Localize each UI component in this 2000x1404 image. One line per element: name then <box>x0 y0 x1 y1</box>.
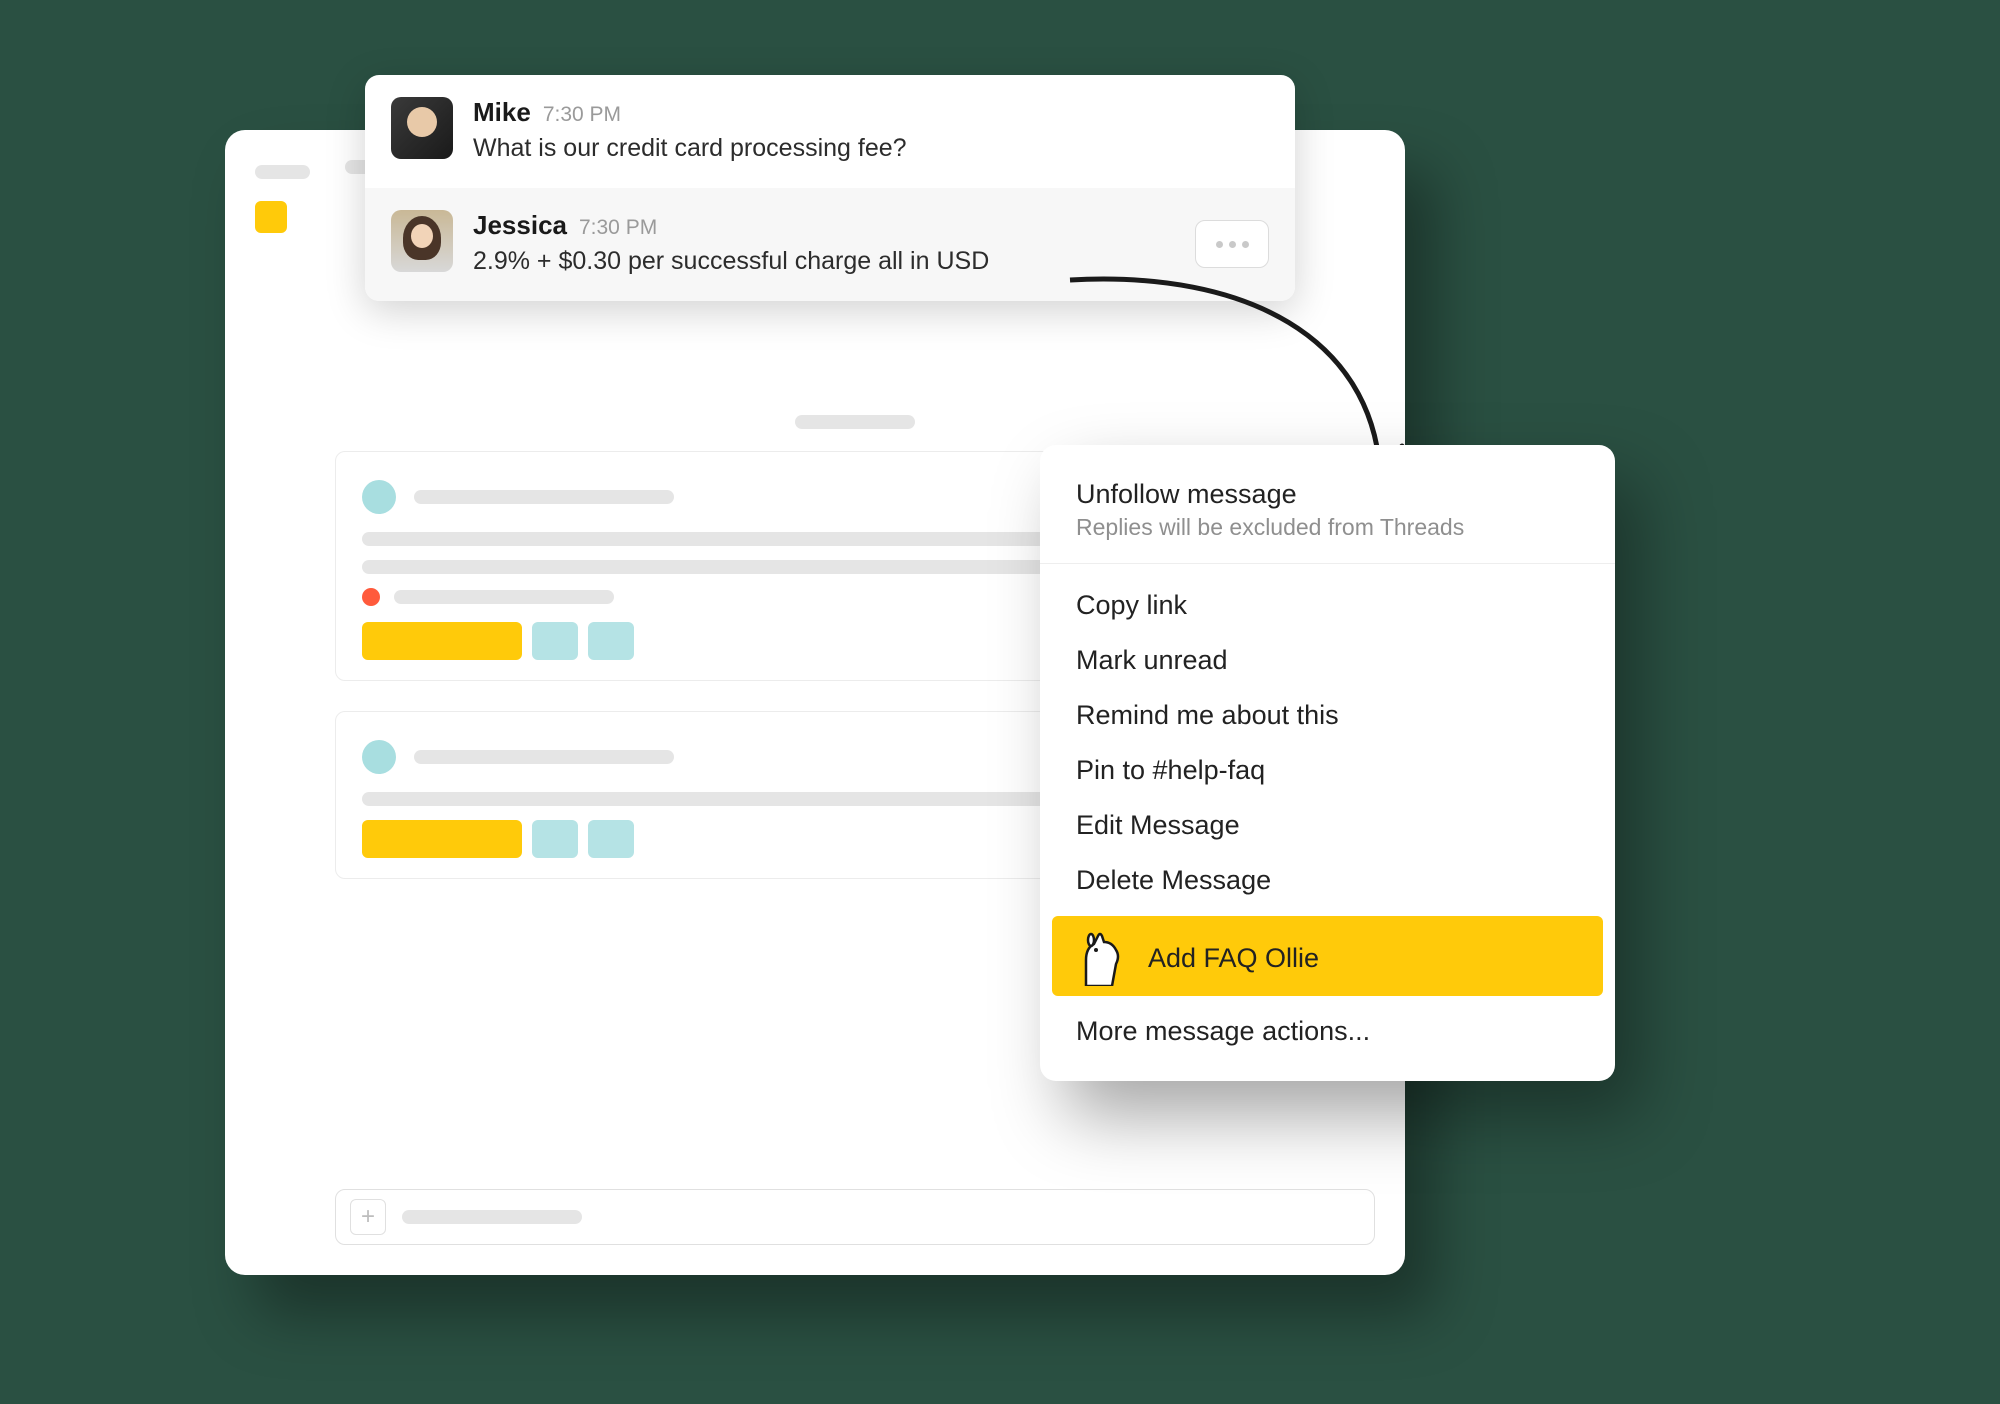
reaction-pill[interactable] <box>588 820 634 858</box>
composer-placeholder <box>402 1210 582 1224</box>
message-text: What is our credit card processing fee? <box>473 132 1269 166</box>
message-composer[interactable]: + <box>335 1189 1375 1245</box>
reaction-pill[interactable] <box>532 622 578 660</box>
message-time: 7:30 PM <box>543 103 621 127</box>
skeleton-date-pill <box>795 415 915 429</box>
more-icon <box>1242 241 1249 248</box>
reaction-pill[interactable] <box>362 820 522 858</box>
menu-add-faq-ollie[interactable]: Add FAQ Ollie <box>1052 916 1603 996</box>
sidebar-placeholder <box>255 165 310 179</box>
more-actions-button[interactable] <box>1195 220 1269 268</box>
menu-unfollow-title: Unfollow message <box>1076 479 1579 510</box>
skeleton-line <box>362 792 1052 806</box>
menu-pin[interactable]: Pin to #help-faq <box>1040 743 1615 798</box>
more-icon <box>1229 241 1236 248</box>
message-author: Mike <box>473 97 531 128</box>
skeleton-status-dot <box>362 588 380 606</box>
reaction-pill[interactable] <box>588 622 634 660</box>
message-text: 2.9% + $0.30 per successful charge all i… <box>473 245 1269 279</box>
llama-icon <box>1076 930 1128 986</box>
menu-copy-link[interactable]: Copy link <box>1040 578 1615 633</box>
conversation-popout: Mike 7:30 PM What is our credit card pro… <box>365 75 1295 301</box>
message-row-selected[interactable]: Jessica 7:30 PM 2.9% + $0.30 per success… <box>365 188 1295 301</box>
skeleton-avatar <box>362 480 396 514</box>
avatar <box>391 97 453 159</box>
skeleton-line <box>394 590 614 604</box>
message-time: 7:30 PM <box>579 216 657 240</box>
reaction-pill[interactable] <box>532 820 578 858</box>
message-context-menu: Unfollow message Replies will be exclude… <box>1040 445 1615 1081</box>
menu-unfollow-subtitle: Replies will be excluded from Threads <box>1076 514 1579 541</box>
skeleton-line <box>414 490 674 504</box>
skeleton-avatar <box>362 740 396 774</box>
menu-more-actions[interactable]: More message actions... <box>1040 1004 1615 1059</box>
menu-remind-me[interactable]: Remind me about this <box>1040 688 1615 743</box>
message-row[interactable]: Mike 7:30 PM What is our credit card pro… <box>365 75 1295 188</box>
menu-edit[interactable]: Edit Message <box>1040 798 1615 853</box>
avatar <box>391 210 453 272</box>
attach-button[interactable]: + <box>350 1199 386 1235</box>
skeleton-line <box>414 750 674 764</box>
menu-mark-unread[interactable]: Mark unread <box>1040 633 1615 688</box>
skeleton-line <box>362 560 1131 574</box>
sidebar <box>255 165 325 233</box>
menu-divider <box>1040 563 1615 564</box>
menu-add-faq-label: Add FAQ Ollie <box>1148 943 1319 974</box>
menu-delete[interactable]: Delete Message <box>1040 853 1615 908</box>
menu-unfollow[interactable]: Unfollow message Replies will be exclude… <box>1040 473 1615 549</box>
sidebar-active-item[interactable] <box>255 201 287 233</box>
reaction-pill[interactable] <box>362 622 522 660</box>
more-icon <box>1216 241 1223 248</box>
message-author: Jessica <box>473 210 567 241</box>
